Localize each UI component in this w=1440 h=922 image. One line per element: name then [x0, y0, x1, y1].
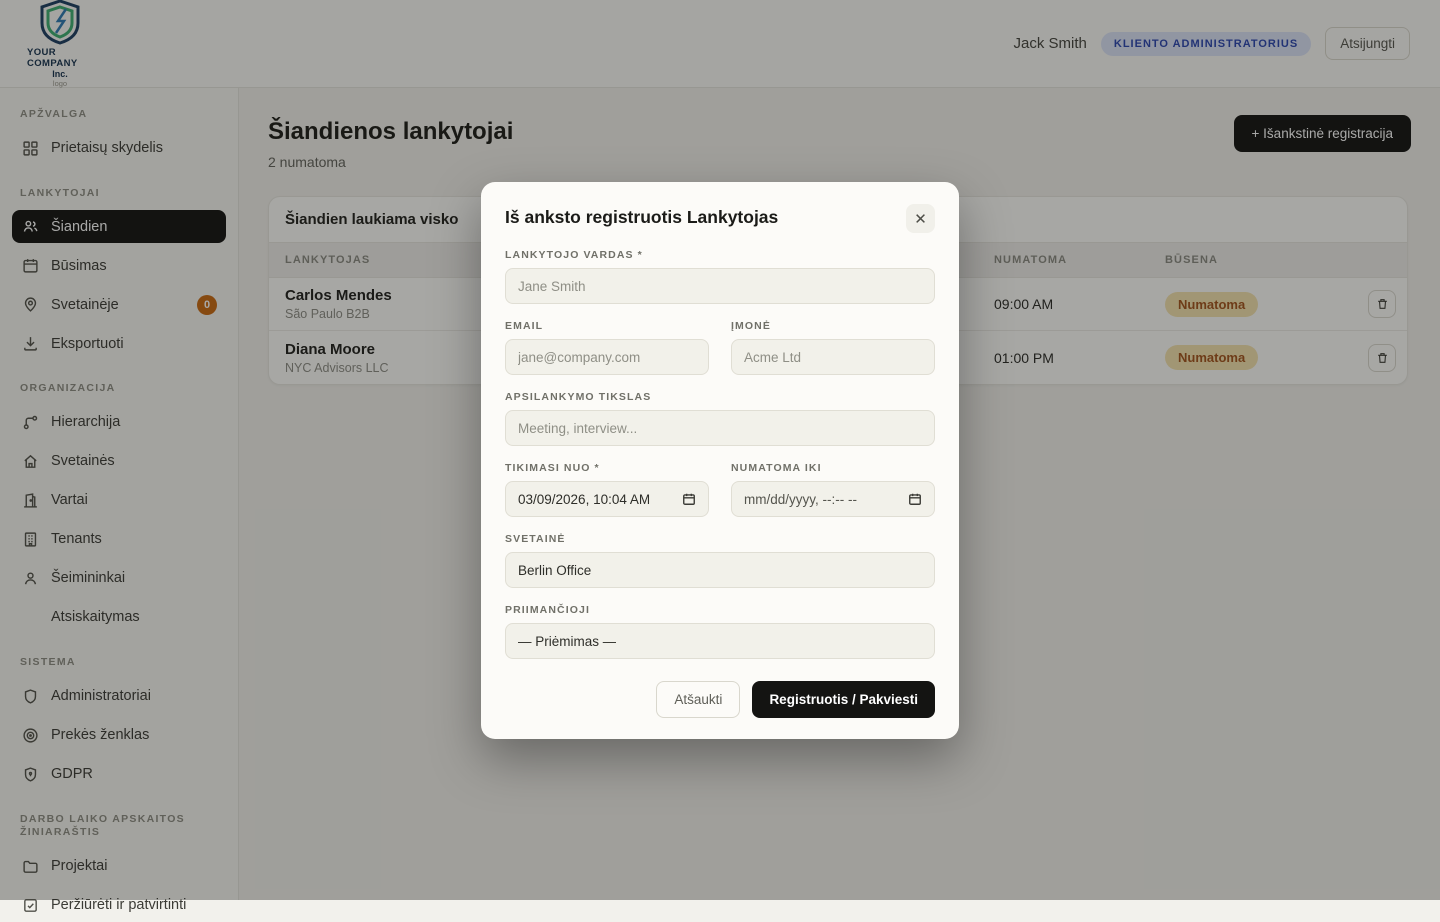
preregister-modal: Iš anksto registruotis Lankytojas ✕ LANK… [481, 182, 959, 739]
cancel-button[interactable]: Atšaukti [656, 681, 740, 718]
site-select[interactable]: Berlin Office [505, 552, 935, 588]
email-label: EMAIL [505, 320, 709, 332]
expected-from-label: TIKIMASI NUO * [505, 462, 709, 474]
company-label: ĮMONĖ [731, 320, 935, 332]
email-field[interactable] [505, 339, 709, 375]
expected-until-input[interactable]: mm/dd/yyyy, --:-- -- [731, 481, 935, 517]
expected-from-input[interactable]: 03/09/2026, 10:04 AM [505, 481, 709, 517]
expected-until-label: NUMATOMA IKI [731, 462, 935, 474]
purpose-label: APSILANKYMO TIKSLAS [505, 391, 935, 403]
visitor-name-label: LANKYTOJO VARDAS * [505, 249, 935, 261]
calendar-icon [682, 492, 696, 506]
visitor-name-field[interactable] [505, 268, 935, 304]
purpose-field[interactable] [505, 410, 935, 446]
host-select[interactable]: — Priėmimas — [505, 623, 935, 659]
calendar-icon [908, 492, 922, 506]
site-label: SVETAINĖ [505, 533, 935, 545]
close-icon[interactable]: ✕ [906, 204, 935, 233]
host-label: PRIIMANČIOJI [505, 604, 935, 616]
modal-title: Iš anksto registruotis Lankytojas [505, 204, 778, 228]
submit-button[interactable]: Registruotis / Pakviesti [752, 681, 935, 718]
company-field[interactable] [731, 339, 935, 375]
